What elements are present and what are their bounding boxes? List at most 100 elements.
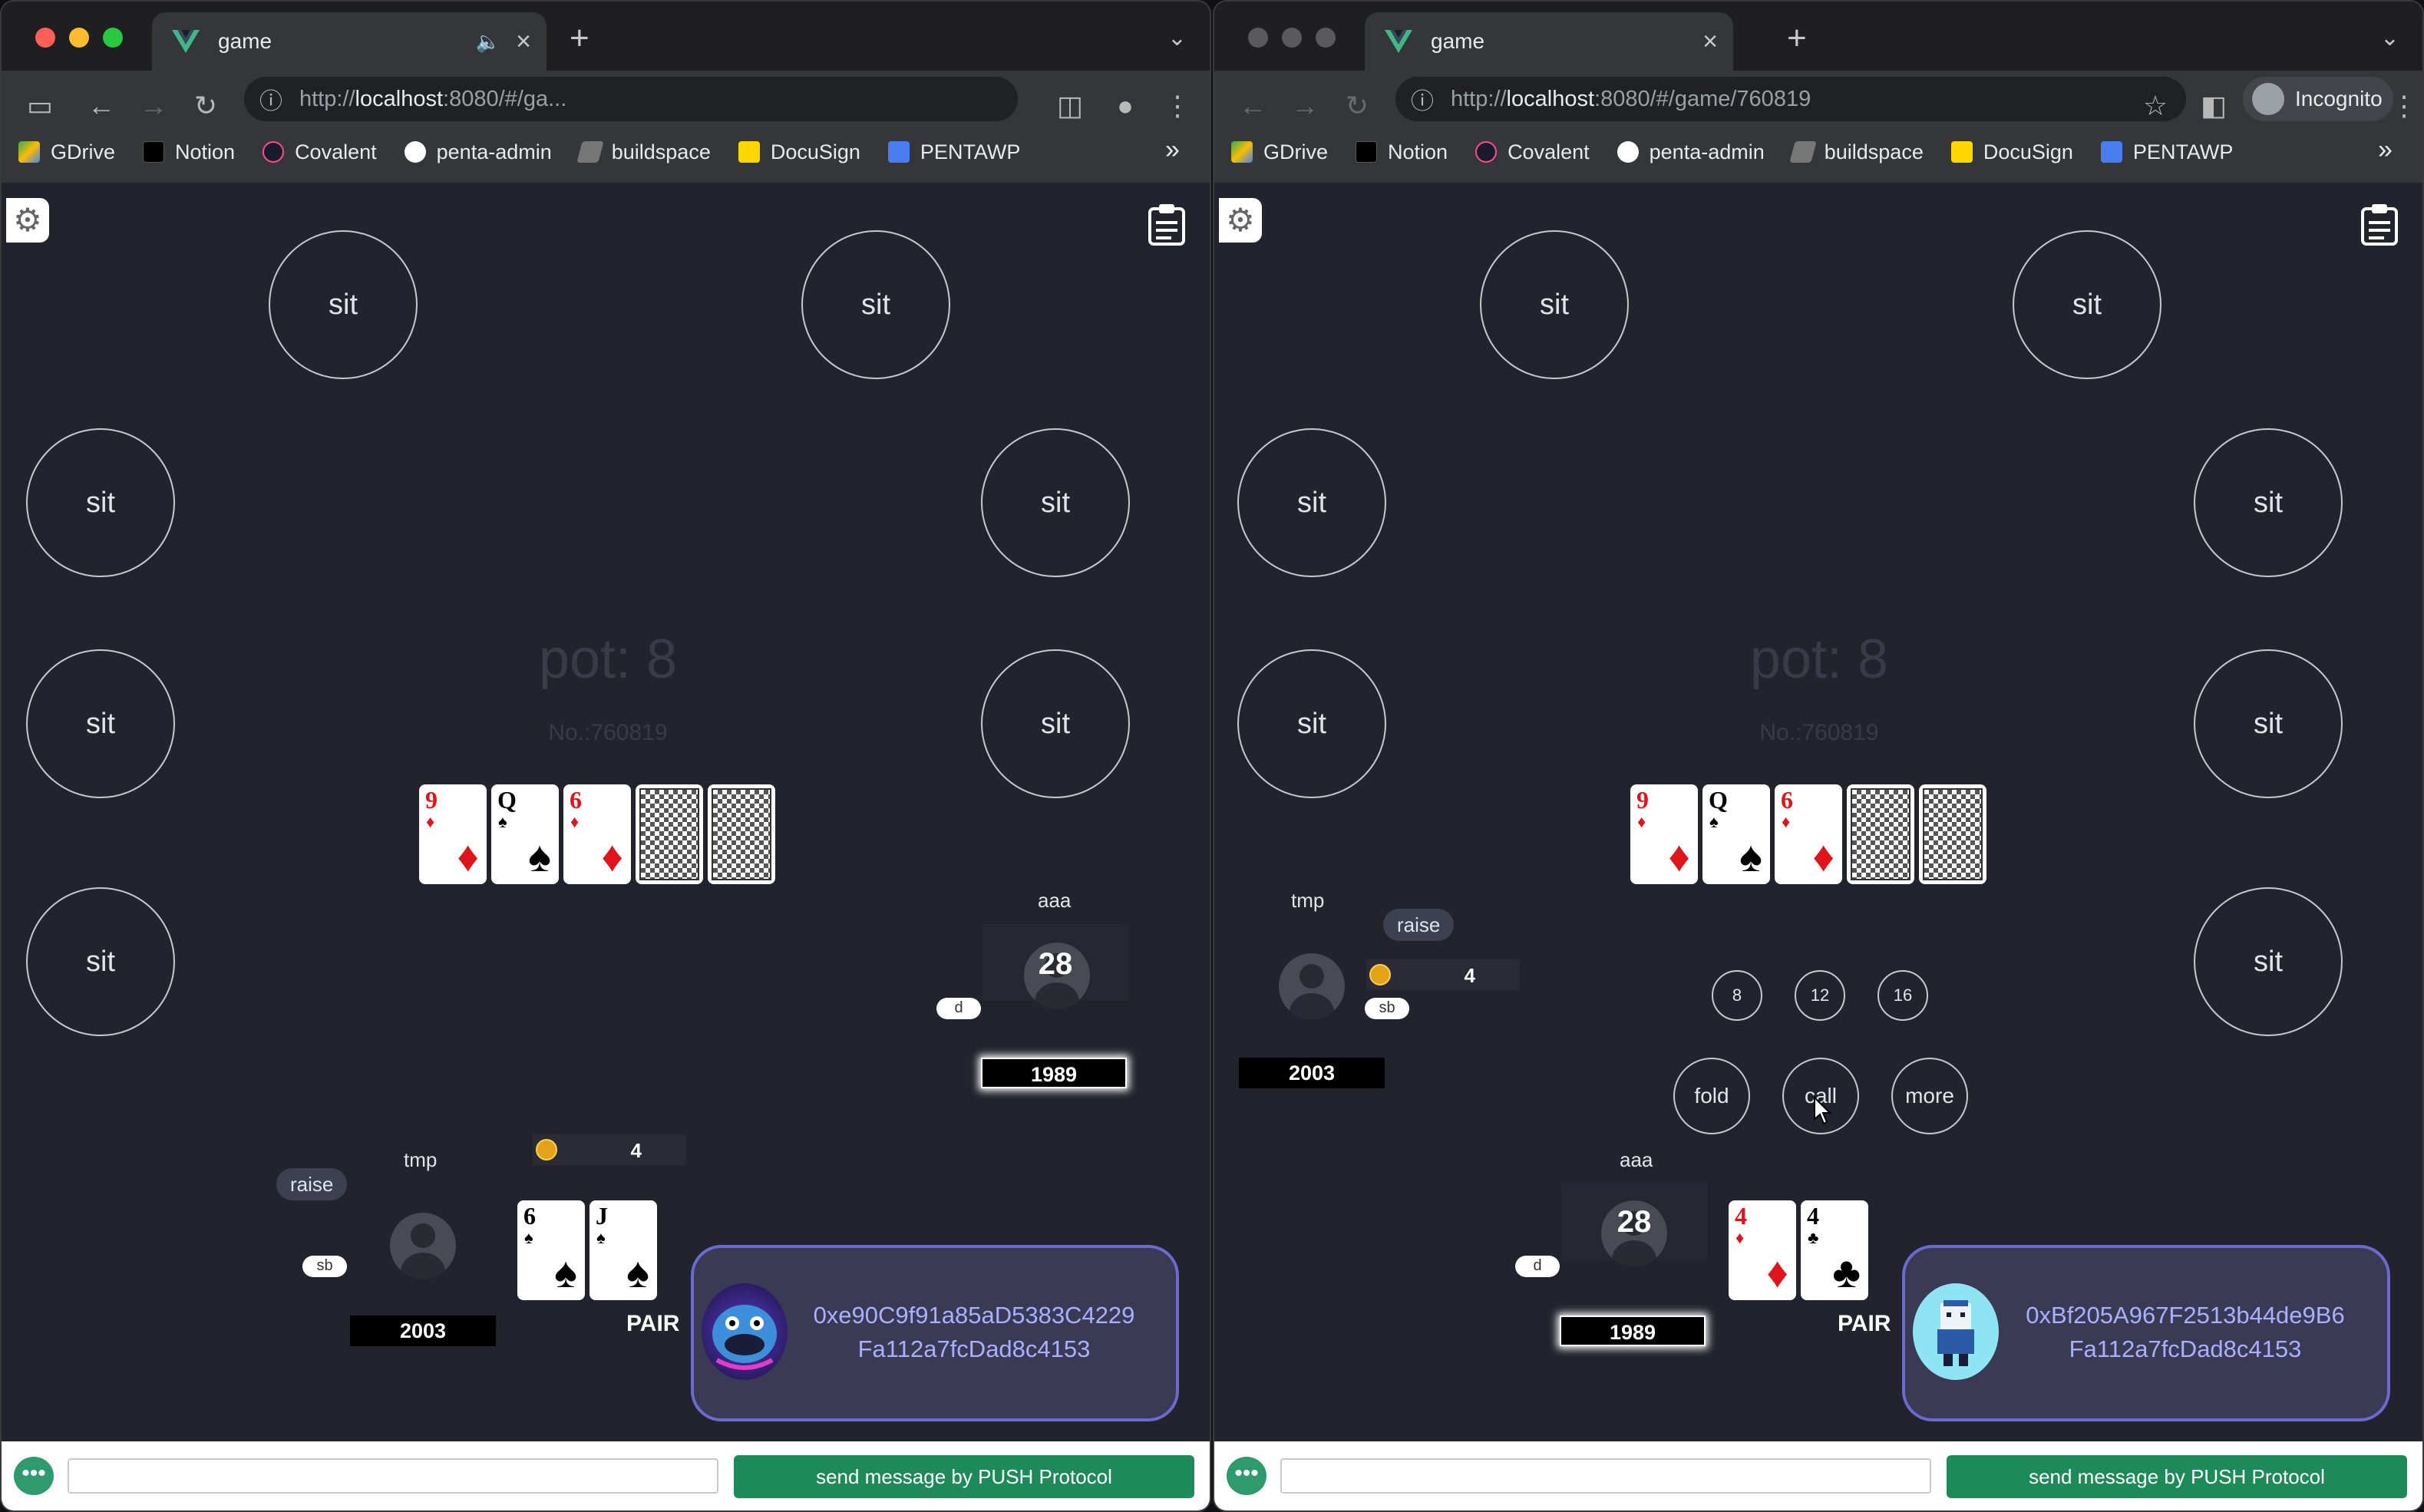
pot-label: pot: 8 [538, 629, 678, 690]
new-tab-button[interactable]: + [570, 21, 589, 55]
sit-seat-4[interactable]: sit [2194, 428, 2343, 577]
reading-mode-icon[interactable]: ◫ [1050, 86, 1090, 126]
board-card-facedown-4 [1847, 784, 1914, 884]
sit-seat-6[interactable]: sit [981, 649, 1130, 798]
sit-seat-7[interactable]: sit [26, 887, 175, 1036]
sidebar-icon[interactable]: ▭ [20, 86, 60, 126]
reload-icon[interactable]: ↻ [1337, 86, 1377, 126]
settings-gear-icon[interactable]: ⚙ [6, 198, 49, 243]
browser-window-left: game 🔈 × + ⌄ ▭ ← → ↻ ⓘ http://localhost:… [0, 0, 1211, 1512]
docusign-icon [1950, 141, 1973, 163]
more-button[interactable]: more [1891, 1058, 1968, 1134]
bookmark-covalent[interactable]: Covalent [1475, 140, 1590, 164]
chat-input[interactable] [68, 1458, 718, 1494]
tab-game[interactable]: game × [1365, 12, 1733, 71]
chevron-down-icon[interactable]: ⌄ [2380, 25, 2399, 51]
toolbar: ▭ ← → ↻ ⓘ http://localhost:8080/#/ga... … [2, 71, 1210, 198]
opponent-stack: 28 [1038, 947, 1073, 981]
close-tab-icon[interactable]: × [1702, 28, 1718, 54]
sit-seat-2[interactable]: sit [801, 230, 950, 379]
new-tab-button[interactable]: + [1787, 21, 1807, 55]
bookmark-pentawp[interactable]: PENTAWP [887, 140, 1020, 164]
more-bookmarks-icon[interactable]: » [2378, 135, 2393, 165]
docusign-icon [738, 141, 760, 163]
info-icon[interactable]: ⓘ [259, 82, 282, 116]
opponent-name: aaa [1038, 889, 1072, 912]
address-bar[interactable]: ⓘ http://localhost:8080/#/game/760819 [1395, 77, 2186, 121]
raise-option-16[interactable]: 16 [1877, 970, 1928, 1021]
settings-gear-icon[interactable]: ⚙ [1219, 198, 1262, 243]
incognito-badge[interactable]: Incognito [2243, 77, 2393, 121]
sit-seat-1[interactable]: sit [269, 230, 418, 379]
sit-seat-3[interactable]: sit [26, 428, 175, 577]
bookmark-docusign[interactable]: DocuSign [738, 140, 860, 164]
bookmark-gdrive[interactable]: GDrive [1231, 140, 1328, 164]
zoom-window-button[interactable] [1316, 28, 1336, 48]
sit-seat-3[interactable]: sit [1237, 428, 1386, 577]
dealer-badge: d [936, 998, 981, 1019]
back-icon[interactable]: ← [1233, 86, 1273, 126]
chevron-down-icon[interactable]: ⌄ [1167, 25, 1187, 51]
close-tab-icon[interactable]: × [516, 28, 531, 54]
tab-strip: game 🔈 × + ⌄ [2, 2, 1210, 71]
chat-icon[interactable]: ••• [14, 1457, 54, 1495]
minimize-window-button[interactable] [69, 28, 89, 48]
bookmark-pentawp[interactable]: PENTAWP [2100, 140, 2233, 164]
bookmark-docusign[interactable]: DocuSign [1950, 140, 2073, 164]
kebab-menu-icon[interactable]: ⋮ [2389, 86, 2419, 126]
sit-seat-5[interactable]: sit [1237, 649, 1386, 798]
more-bookmarks-icon[interactable]: » [1165, 135, 1180, 165]
sit-seat-4[interactable]: sit [981, 428, 1130, 577]
send-message-button[interactable]: send message by PUSH Protocol [1947, 1455, 2407, 1498]
bookmark-penta-admin[interactable]: penta-admin [1617, 140, 1765, 164]
speaker-icon[interactable]: 🔈 [476, 30, 500, 54]
chat-input[interactable] [1280, 1458, 1931, 1494]
sit-seat-2[interactable]: sit [2013, 230, 2161, 379]
sit-seat-6[interactable]: sit [2194, 649, 2343, 798]
bookmarks-bar: GDrive Notion Covalent penta-admin build… [1231, 135, 2233, 169]
penta-admin-icon [1617, 141, 1639, 163]
forward-icon[interactable]: → [1285, 86, 1325, 126]
raise-option-12[interactable]: 12 [1795, 970, 1845, 1021]
side-panel-icon[interactable]: ◧ [2194, 86, 2234, 126]
close-window-button[interactable] [1248, 28, 1268, 48]
mouse-cursor-icon [1814, 1096, 1831, 1125]
minimize-window-button[interactable] [1282, 28, 1302, 48]
bookmark-notion[interactable]: Notion [143, 140, 235, 164]
send-message-button[interactable]: send message by PUSH Protocol [734, 1455, 1194, 1498]
star-icon[interactable]: ☆ [2135, 86, 2175, 126]
board-card-2: Q ♠ ♠ [1702, 784, 1770, 884]
forward-icon[interactable]: → [134, 86, 173, 126]
clipboard-icon[interactable] [1147, 203, 1187, 246]
player-avatar [390, 1213, 456, 1279]
bookmark-buildspace[interactable]: buildspace [576, 140, 711, 164]
player-name: tmp [404, 1148, 438, 1171]
profile-icon[interactable]: ● [1105, 86, 1145, 126]
sit-seat-1[interactable]: sit [1480, 230, 1629, 379]
fold-button[interactable]: fold [1673, 1058, 1750, 1134]
info-icon[interactable]: ⓘ [1411, 82, 1434, 116]
kebab-menu-icon[interactable]: ⋮ [1158, 86, 1197, 126]
bookmark-covalent[interactable]: Covalent [263, 140, 377, 164]
bookmark-penta-admin[interactable]: penta-admin [404, 140, 552, 164]
chat-icon[interactable]: ••• [1227, 1457, 1266, 1495]
board-card-facedown-5 [1919, 784, 1986, 884]
pentawp-icon [887, 141, 910, 163]
sit-seat-5[interactable]: sit [26, 649, 175, 798]
raise-option-8[interactable]: 8 [1712, 970, 1762, 1021]
reload-icon[interactable]: ↻ [186, 86, 226, 126]
zoom-window-button[interactable] [103, 28, 123, 48]
board-card-1: 9 ♦ ♦ [419, 784, 487, 884]
address-bar[interactable]: ⓘ http://localhost:8080/#/ga... [244, 77, 1018, 121]
sit-seat-7[interactable]: sit [2194, 887, 2343, 1036]
board-card-1: 9 ♦ ♦ [1630, 784, 1698, 884]
bookmark-gdrive[interactable]: GDrive [18, 140, 115, 164]
hole-card-2: J ♠ ♠ [589, 1200, 657, 1300]
bookmark-buildspace[interactable]: buildspace [1788, 140, 1924, 164]
clipboard-icon[interactable] [2360, 203, 2399, 246]
gdrive-icon [1231, 141, 1253, 163]
close-window-button[interactable] [35, 28, 55, 48]
bookmark-notion[interactable]: Notion [1356, 140, 1448, 164]
back-icon[interactable]: ← [81, 86, 121, 126]
tab-game[interactable]: game 🔈 × [152, 12, 547, 71]
